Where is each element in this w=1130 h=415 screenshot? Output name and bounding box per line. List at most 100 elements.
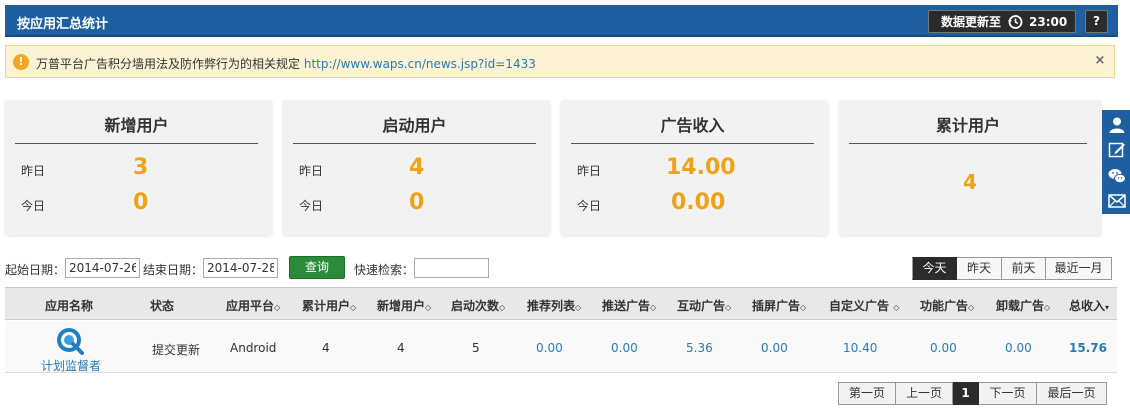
col-interstitial[interactable]: 插屏广告◇	[752, 297, 806, 314]
col-push[interactable]: 推送广告◇	[602, 297, 656, 314]
sort-icon: ◇	[1044, 303, 1051, 312]
wechat-icon[interactable]	[1108, 167, 1126, 185]
pagination: 第一页 上一页 1 下一页 最后一页	[838, 382, 1107, 405]
yesterday-label: 昨日	[299, 164, 324, 178]
user-icon[interactable]	[1108, 116, 1126, 134]
sort-icon: ◇	[499, 303, 506, 312]
edit-icon[interactable]	[1108, 141, 1126, 159]
col-launches[interactable]: 启动次数◇	[451, 297, 505, 314]
col-custom[interactable]: 自定义广告 ◇	[829, 297, 899, 314]
col-uninstall[interactable]: 卸载广告◇	[996, 297, 1050, 314]
yesterday-label: 昨日	[577, 164, 602, 178]
end-date-label: 结束日期：	[143, 263, 204, 277]
current-page[interactable]: 1	[953, 382, 979, 405]
start-date-input[interactable]	[65, 258, 140, 278]
sort-icon: ◇	[968, 303, 975, 312]
data-update-button[interactable]: 数据更新至 23:00	[928, 10, 1076, 33]
card-title: 广告收入	[571, 112, 814, 144]
yesterday-value: 3	[133, 155, 149, 180]
cell-uninstall: 0.00	[1005, 341, 1032, 355]
notice-bar: ! 万普平台广告积分墙用法及防作弊行为的相关规定 http://www.waps…	[5, 45, 1115, 78]
first-page-button[interactable]: 第一页	[838, 382, 896, 405]
cell-feature: 0.00	[930, 341, 957, 355]
col-app-name: 应用名称	[45, 299, 94, 313]
cell-total: 15.76	[1069, 341, 1107, 355]
end-date-input[interactable]	[203, 258, 278, 278]
col-cumulative-users[interactable]: 累计用户◇	[302, 297, 356, 314]
prev-page-button[interactable]: 上一页	[896, 382, 953, 405]
yesterday-label: 昨日	[21, 164, 46, 178]
card-ad-revenue: 广告收入 昨日 14.00 今日 0.00	[561, 100, 828, 235]
app-name-link[interactable]: 计划监督者	[29, 357, 113, 374]
cumulative-value: 4	[963, 170, 977, 194]
warning-icon: !	[13, 54, 29, 70]
side-toolbar	[1102, 110, 1130, 214]
card-title: 启动用户	[293, 112, 536, 144]
last-page-button[interactable]: 最后一页	[1037, 382, 1107, 405]
tab-yesterday[interactable]: 昨天	[957, 257, 1002, 280]
start-date-label: 起始日期：	[5, 263, 66, 277]
next-page-button[interactable]: 下一页	[979, 382, 1037, 405]
tab-today[interactable]: 今天	[912, 257, 957, 280]
col-platform[interactable]: 应用平台◇	[226, 297, 280, 314]
quick-search-input[interactable]	[414, 258, 489, 278]
sort-icon: ◇	[575, 303, 582, 312]
cell-status: 提交更新	[152, 343, 201, 357]
query-button[interactable]: 查询	[289, 256, 345, 279]
card-title: 累计用户	[849, 112, 1087, 144]
sort-icon: ◇	[350, 303, 357, 312]
help-button[interactable]: ?	[1085, 10, 1108, 33]
today-value: 0	[409, 190, 425, 215]
cell-interactive: 5.36	[686, 341, 713, 355]
cell-custom: 10.40	[843, 341, 878, 355]
table-header: 应用名称 状态 应用平台◇ 累计用户◇ 新增用户◇ 启动次数◇ 推荐列表◇ 推送…	[5, 287, 1117, 320]
col-interactive[interactable]: 互动广告◇	[677, 297, 731, 314]
sort-icon: ◇	[800, 303, 807, 312]
sort-desc-icon: ▾	[1105, 303, 1110, 312]
today-value: 0	[133, 190, 149, 215]
tab-day-before[interactable]: 前天	[1002, 257, 1046, 280]
page-title: 按应用汇总统计	[17, 17, 109, 32]
cell-recommend: 0.00	[536, 341, 563, 355]
page-header: 按应用汇总统计 数据更新至 23:00 ?	[5, 5, 1118, 37]
table-row: 计划监督者 提交更新 Android 4 4 5 0.00 0.00 5.36 …	[5, 321, 1117, 373]
col-new-users[interactable]: 新增用户◇	[377, 297, 431, 314]
sort-icon: ◇	[425, 303, 432, 312]
notice-message: 万普平台广告积分墙用法及防作弊行为的相关规定	[36, 57, 301, 71]
card-title: 新增用户	[15, 112, 258, 144]
sort-icon: ◇	[725, 303, 732, 312]
close-icon[interactable]: ×	[1093, 54, 1107, 68]
history-clock-icon	[1008, 14, 1023, 29]
update-time: 23:00	[1029, 14, 1068, 29]
tab-last-month[interactable]: 最近一月	[1046, 257, 1112, 280]
cell-push: 0.00	[611, 341, 638, 355]
col-status: 状态	[150, 299, 175, 313]
col-recommend[interactable]: 推荐列表◇	[527, 297, 581, 314]
col-feature[interactable]: 功能广告◇	[920, 297, 974, 314]
col-total[interactable]: 总收入▾	[1069, 297, 1109, 314]
today-label: 今日	[577, 199, 602, 213]
card-new-users: 新增用户 昨日 3 今日 0	[5, 100, 272, 235]
app-icon[interactable]	[55, 327, 85, 355]
sort-icon: ◇	[650, 303, 657, 312]
sort-icon: ◇	[274, 303, 281, 312]
cell-interstitial: 0.00	[761, 341, 788, 355]
cell-new-users: 4	[397, 341, 405, 355]
cell-cumulative-users: 4	[322, 341, 330, 355]
quick-search-label: 快速检索：	[354, 263, 415, 277]
today-value: 0.00	[671, 190, 726, 215]
card-launch-users: 启动用户 昨日 4 今日 0	[283, 100, 550, 235]
notice-text: 万普平台广告积分墙用法及防作弊行为的相关规定 http://www.waps.c…	[36, 55, 536, 72]
mail-icon[interactable]	[1108, 192, 1126, 210]
yesterday-value: 4	[409, 155, 425, 180]
yesterday-value: 14.00	[666, 155, 736, 180]
date-range-tabs: 今天 昨天 前天 最近一月	[912, 257, 1112, 280]
cell-launches: 5	[472, 341, 480, 355]
update-label: 数据更新至	[941, 15, 1002, 29]
today-label: 今日	[299, 199, 324, 213]
card-cumulative-users: 累计用户 4	[839, 100, 1101, 235]
cell-platform: Android	[230, 341, 277, 355]
today-label: 今日	[21, 199, 46, 213]
sort-icon: ◇	[893, 303, 900, 312]
notice-link[interactable]: http://www.waps.cn/news.jsp?id=1433	[304, 57, 536, 71]
